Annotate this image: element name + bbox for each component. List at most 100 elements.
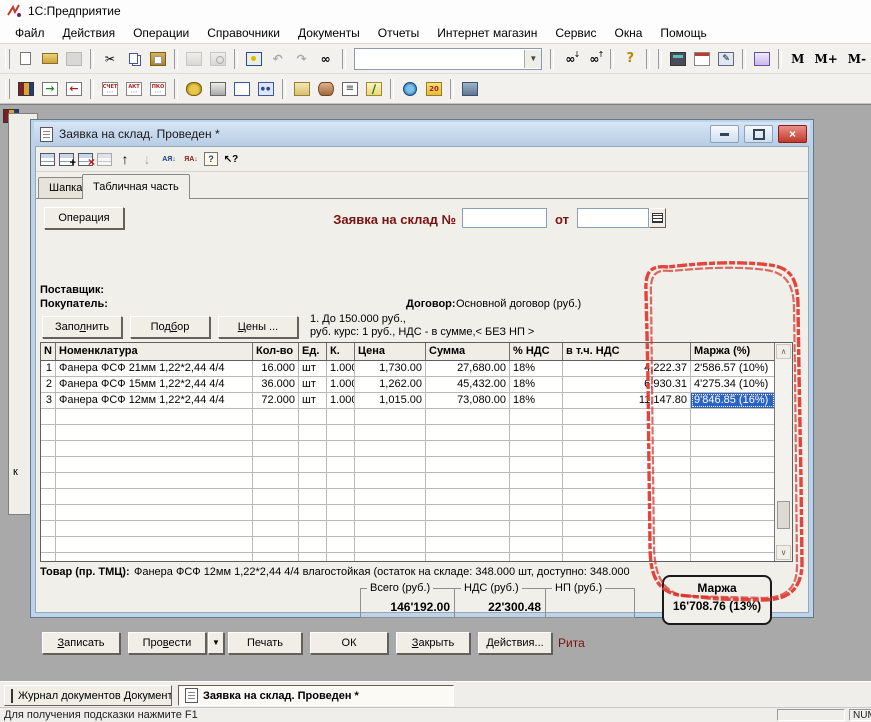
move-up-icon[interactable] [116, 152, 134, 167]
move-down-icon[interactable] [138, 152, 156, 167]
table-cell[interactable] [691, 489, 775, 504]
date-input[interactable] [577, 208, 649, 228]
table-cell[interactable] [299, 409, 327, 424]
maximize-button[interactable] [744, 125, 773, 143]
table-cell[interactable] [510, 425, 563, 440]
table-settings-icon[interactable] [40, 153, 55, 166]
table-cell[interactable] [691, 457, 775, 472]
taskbar-journal-button[interactable]: Журнал документов Документы п... [4, 685, 172, 706]
table-cell[interactable] [426, 457, 510, 472]
table-cell[interactable]: шт [299, 393, 327, 408]
chart-button[interactable] [362, 77, 386, 101]
memory-m-button[interactable]: M [786, 52, 809, 66]
table-cell[interactable]: 27,680.00 [426, 361, 510, 376]
table-cell[interactable] [299, 457, 327, 472]
table-cell[interactable] [510, 473, 563, 488]
column-header[interactable]: К. [327, 343, 355, 360]
operation-button[interactable]: Операция [44, 207, 124, 229]
document-button[interactable] [230, 77, 254, 101]
table-cell[interactable]: 1,262.00 [355, 377, 426, 392]
document-window-titlebar[interactable]: Заявка на склад. Проведен * × [34, 122, 810, 146]
table-row-empty[interactable] [41, 473, 775, 489]
workplace-button[interactable] [458, 77, 482, 101]
menu-item[interactable]: Помощь [651, 24, 715, 42]
table-cell[interactable] [563, 521, 691, 536]
table-cell[interactable] [691, 409, 775, 424]
table-cell[interactable] [563, 409, 691, 424]
paste-button[interactable] [146, 47, 170, 71]
table-cell[interactable] [327, 489, 355, 504]
table-cell[interactable] [41, 521, 56, 536]
table-cell[interactable] [253, 521, 299, 536]
taskbar-request-button[interactable]: Заявка на склад. Проведен * [178, 685, 454, 706]
table-cell[interactable] [41, 457, 56, 472]
table-row-empty[interactable] [41, 505, 775, 521]
table-row-empty[interactable] [41, 409, 775, 425]
menu-item[interactable]: Действия [54, 24, 125, 42]
save-button[interactable]: Записать [42, 632, 120, 654]
table-cell[interactable] [691, 505, 775, 520]
calendar-picker-button[interactable] [649, 208, 666, 228]
table-cell[interactable] [253, 441, 299, 456]
table-cell[interactable] [691, 473, 775, 488]
table-cell[interactable]: 4'275.34 (10%) [691, 377, 775, 392]
menu-item[interactable]: Справочники [198, 24, 289, 42]
actions-button[interactable]: Действия... [478, 632, 552, 654]
table-cell[interactable] [510, 409, 563, 424]
menu-item[interactable]: Интернет магазин [428, 24, 546, 42]
table-cell[interactable] [327, 473, 355, 488]
table-cell[interactable] [299, 505, 327, 520]
table-cell[interactable] [253, 409, 299, 424]
table-cell[interactable]: Фанера ФСФ 12мм 1,22*2,44 4/4 [56, 393, 253, 408]
incoming-doc-button[interactable] [38, 77, 62, 101]
table-cell[interactable]: Фанера ФСФ 15мм 1,22*2,44 4/4 [56, 377, 253, 392]
table-cell[interactable] [355, 425, 426, 440]
table-cell[interactable] [253, 553, 299, 562]
table-cell[interactable] [56, 537, 253, 552]
table-cell[interactable] [426, 505, 510, 520]
help-button[interactable] [618, 47, 642, 71]
table-cell[interactable] [355, 473, 426, 488]
menu-item[interactable]: Окна [605, 24, 651, 42]
table-cell[interactable] [510, 441, 563, 456]
table-cell[interactable] [563, 553, 691, 562]
scroll-up-button[interactable]: ∧ [776, 344, 791, 359]
menu-item[interactable]: Операции [124, 24, 198, 42]
table-cell[interactable] [253, 457, 299, 472]
table-cell[interactable] [563, 505, 691, 520]
table-cell[interactable] [426, 441, 510, 456]
sort-desc-icon[interactable] [182, 152, 200, 167]
table-cell[interactable] [41, 505, 56, 520]
ledger-button[interactable] [338, 77, 362, 101]
table-cell[interactable] [563, 441, 691, 456]
table-cell[interactable]: 1.000 [327, 393, 355, 408]
table-cell[interactable] [41, 425, 56, 440]
table-cell[interactable] [299, 537, 327, 552]
table-cell[interactable] [691, 521, 775, 536]
print-preview-button[interactable] [206, 47, 230, 71]
table-cell[interactable] [355, 537, 426, 552]
schet-button[interactable] [98, 77, 122, 101]
redo-button[interactable] [290, 47, 314, 71]
print-button[interactable] [182, 47, 206, 71]
vertical-scrollbar[interactable]: ∧ ∨ [774, 343, 792, 561]
table-cell[interactable]: 1 [41, 361, 56, 376]
minimize-button[interactable] [710, 125, 739, 143]
table-cell[interactable]: шт [299, 377, 327, 392]
menu-item[interactable]: Сервис [546, 24, 605, 42]
table-cell[interactable]: 2'586.57 (10%) [691, 361, 775, 376]
table-cell[interactable]: 1.000 [327, 361, 355, 376]
table-cell[interactable]: 72.000 [253, 393, 299, 408]
table-cell[interactable]: 1,015.00 [355, 393, 426, 408]
table-cell[interactable] [510, 457, 563, 472]
table-cell[interactable] [355, 553, 426, 562]
toolbar-grip[interactable] [5, 79, 10, 99]
table-cell[interactable] [299, 489, 327, 504]
table-cell[interactable] [253, 489, 299, 504]
table-cell[interactable] [563, 537, 691, 552]
table-cell[interactable] [691, 553, 775, 562]
table-cell[interactable] [327, 457, 355, 472]
table-cell[interactable] [56, 425, 253, 440]
cashbox-button[interactable] [206, 77, 230, 101]
column-header[interactable]: в т.ч. НДС [563, 343, 691, 360]
